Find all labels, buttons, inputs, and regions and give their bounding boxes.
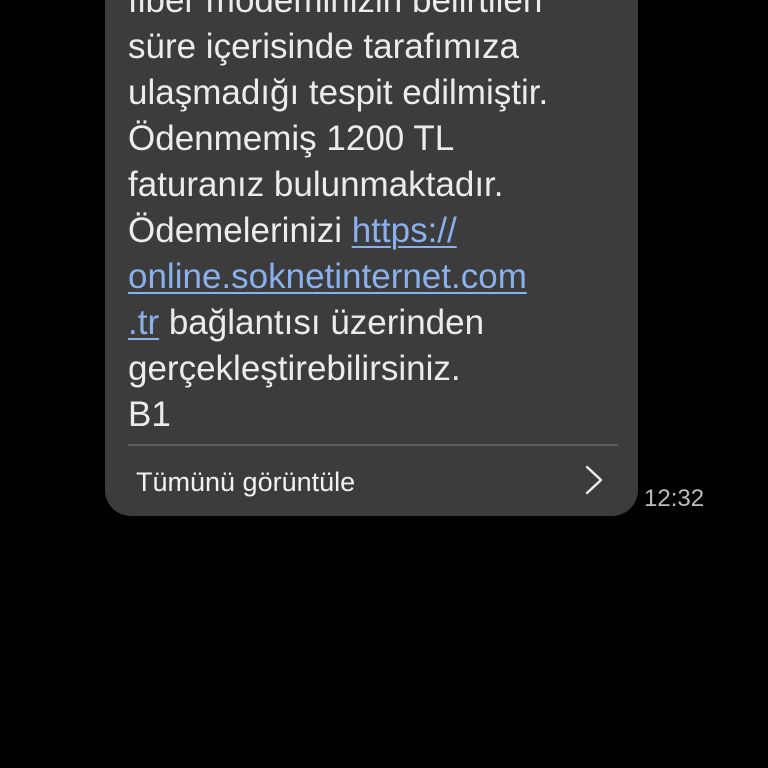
message-line: Ödenmemiş 1200 TL	[128, 119, 455, 158]
message-line: Ödemelerinizi https://	[128, 208, 628, 254]
message-line: gerçekleştirebilirsiniz.	[128, 349, 461, 388]
message-line: faturanız bulunmaktadır.	[128, 165, 504, 204]
message-text: Ödemelerinizi	[128, 211, 352, 250]
payment-link-part[interactable]: online.soknetinternet.com	[128, 257, 527, 296]
message-line: fiber modeminizin belirtilen	[128, 0, 543, 20]
message-bubble[interactable]: fiber modeminizin belirtilen süre içeris…	[105, 0, 638, 516]
message-line: .tr bağlantısı üzerinden	[128, 300, 628, 346]
message-body: fiber modeminizin belirtilen süre içeris…	[128, 0, 628, 438]
message-text: bağlantısı üzerinden	[159, 303, 485, 342]
payment-link-part[interactable]: https://	[352, 211, 457, 250]
message-line: online.soknetinternet.com	[128, 254, 628, 300]
message-line: süre içerisinde tarafımıza	[128, 27, 519, 66]
chevron-right-icon	[585, 465, 603, 495]
view-all-button[interactable]: Tümünü görüntüle	[105, 446, 638, 516]
view-all-label: Tümünü görüntüle	[136, 467, 356, 497]
payment-link-part[interactable]: .tr	[128, 303, 159, 342]
message-line: ulaşmadığı tespit edilmiştir.	[128, 73, 549, 112]
message-line: B1	[128, 395, 171, 434]
message-timestamp: 12:32	[644, 485, 705, 512]
